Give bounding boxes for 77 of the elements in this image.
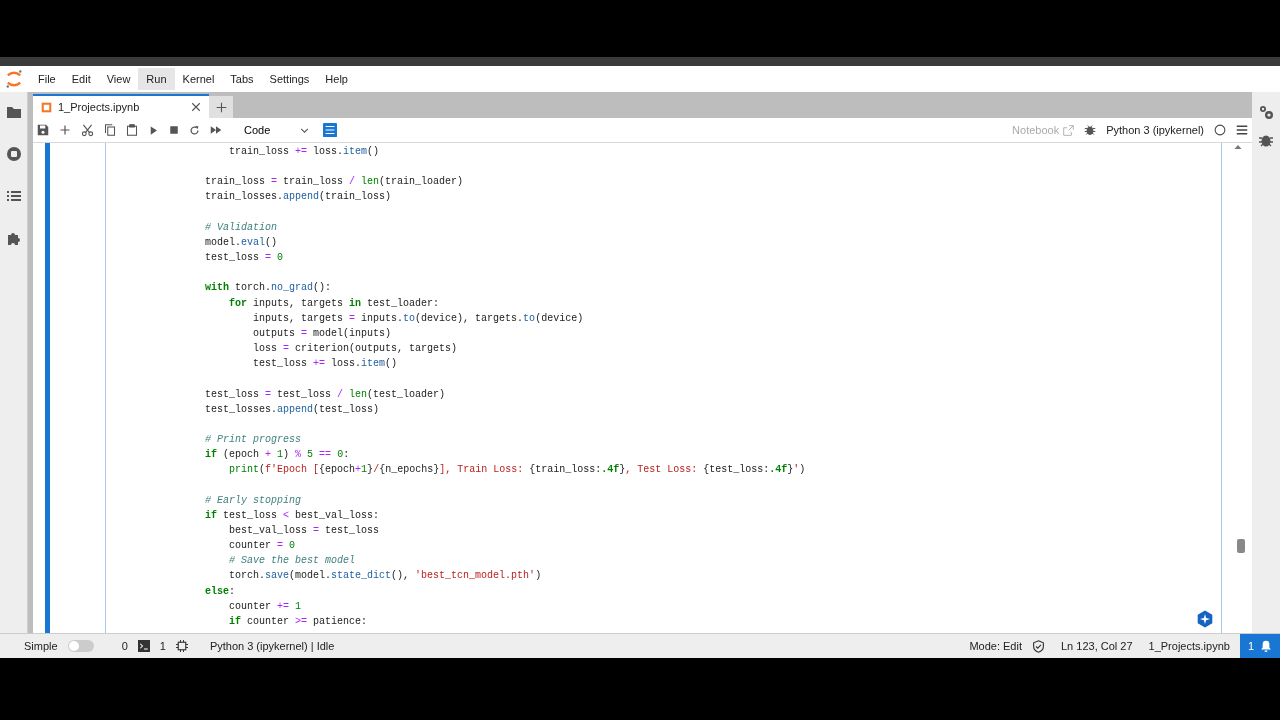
menu-item[interactable]: File [30, 68, 64, 90]
code-line: for inputs, targets in test_loader: [228, 297, 440, 309]
kernel-count: 1 [159, 640, 166, 652]
property-inspector-icon[interactable] [323, 123, 338, 137]
paste-icon[interactable] [126, 124, 138, 136]
jupyter-logo-icon [4, 69, 24, 89]
idle-circle-icon [1214, 124, 1226, 136]
bug-icon[interactable] [1084, 124, 1097, 136]
close-icon[interactable] [191, 102, 201, 112]
bell-icon [1260, 640, 1272, 652]
menu-item[interactable]: Kernel [174, 68, 223, 90]
code-line: if test_loss < best_val_loss: [204, 509, 380, 521]
cut-icon[interactable] [81, 123, 94, 137]
code-line: counter += 1 [228, 600, 302, 612]
cell-type-dropdown[interactable]: Code [240, 124, 314, 136]
code-line: # Print progress [204, 433, 302, 445]
code-line: print(f'Epoch [{epoch+1}/{n_epochs}], Train Loss: {train_loss:.4f}, Test Loss: {test_loss:.4f}') [228, 464, 806, 476]
kernel-status[interactable]: Python 3 (ipykernel) | Idle [209, 640, 335, 652]
notebook-tab[interactable]: 1_Projects.ipynb [33, 94, 209, 118]
stop-icon[interactable] [169, 125, 179, 135]
menu-item[interactable]: Settings [261, 68, 318, 90]
code-line: inputs, targets = inputs.to(device), targets.to(device) [252, 312, 584, 324]
menu-icon[interactable] [1236, 124, 1248, 136]
code-line: train_losses.append(train_loss) [204, 191, 392, 203]
chip-icon[interactable] [175, 640, 188, 652]
notebook-icon [41, 101, 52, 113]
notification-badge[interactable]: 1 [1239, 634, 1280, 658]
plus-icon [215, 101, 227, 113]
code-line: # Early stopping [204, 494, 302, 506]
code-line: model.eval() [204, 236, 278, 248]
cursor-position[interactable]: Ln 123, Col 27 [1061, 640, 1133, 652]
code-line: train_loss += loss.item() [228, 146, 380, 157]
puzzle-icon[interactable] [5, 230, 22, 246]
code-line: test_loss += loss.item() [252, 358, 398, 370]
menu-item[interactable]: Edit [63, 68, 99, 90]
simple-mode-label: Simple [24, 640, 58, 652]
gears-icon[interactable] [1258, 104, 1274, 120]
hexagon-icon[interactable] [1196, 610, 1214, 628]
stop-circle-icon[interactable] [5, 146, 22, 162]
scrollbar-thumb[interactable] [1237, 539, 1245, 553]
caret-icon [300, 125, 310, 135]
restart-icon[interactable] [189, 124, 200, 136]
kernel-name[interactable]: Python 3 (ipykernel) [1106, 124, 1204, 136]
terminal-icon[interactable] [137, 640, 150, 652]
code-line: best_val_loss = test_loss [228, 524, 380, 536]
plus-icon[interactable] [59, 124, 71, 136]
code-line: # Validation [204, 221, 278, 233]
code-line: counter = 0 [228, 540, 296, 552]
code-line: train_loss = train_loss / len(train_loader) [204, 176, 464, 188]
simple-mode-toggle[interactable] [67, 640, 94, 652]
menu-item[interactable]: Tabs [222, 68, 262, 90]
code-line: if counter >= patience: [228, 615, 368, 627]
code-line: else: [204, 585, 236, 597]
menu-item[interactable]: View [98, 68, 139, 90]
code-line: test_loss = test_loss / len(test_loader) [204, 388, 446, 400]
code-line: with torch.no_grad(): [204, 282, 332, 294]
save-icon[interactable] [37, 124, 49, 136]
code-line: if (epoch + 1) % 5 == 0: [204, 449, 350, 461]
menu-item[interactable]: Run [138, 68, 175, 90]
editor-mode: Mode: Edit [969, 640, 1022, 652]
terminal-count: 0 [121, 640, 128, 652]
code-line: test_loss = 0 [204, 252, 284, 264]
code-line: loss = criterion(outputs, targets) [252, 343, 458, 355]
external-link-icon [1063, 124, 1075, 136]
new-tab-button[interactable] [209, 96, 233, 118]
code-line: # Save the best model [228, 555, 356, 567]
copy-icon[interactable] [104, 124, 116, 136]
fast-forward-icon[interactable] [210, 124, 222, 136]
code-line: test_losses.append(test_loss) [204, 403, 380, 415]
folder-icon[interactable] [5, 104, 22, 120]
file-name: 1_Projects.ipynb [1148, 640, 1230, 652]
run-icon[interactable] [148, 124, 159, 136]
list-icon[interactable] [5, 188, 22, 204]
menu-item[interactable]: Help [317, 68, 356, 90]
code-line: torch.save(model.state_dict(), 'best_tcn_model.pth') [228, 570, 542, 582]
code-line: outputs = model(inputs) [252, 327, 392, 339]
shield-check-icon[interactable] [1032, 639, 1045, 653]
